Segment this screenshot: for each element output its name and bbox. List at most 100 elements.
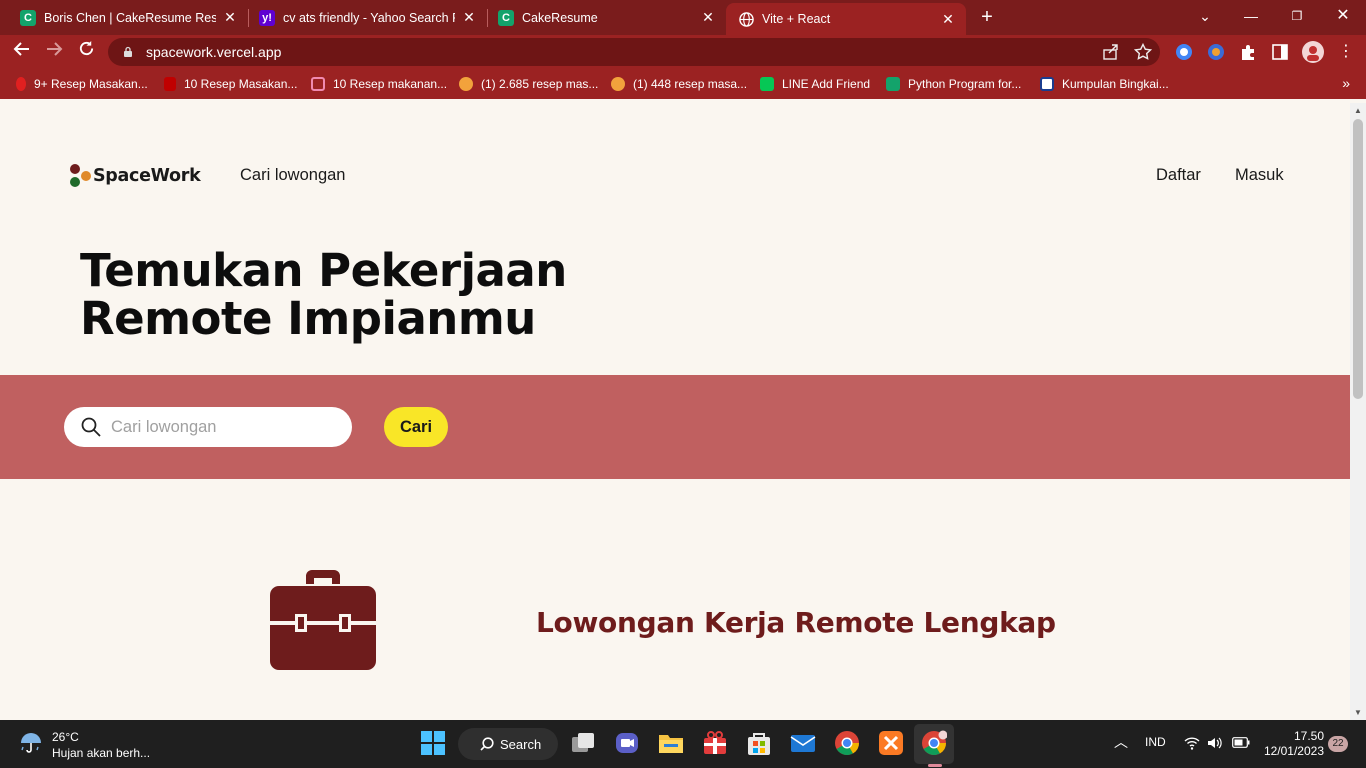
bookmarks-bar: 9+ Resep Masakan... 10 Resep Masakan... … <box>0 69 1366 99</box>
share-icon[interactable] <box>1102 43 1120 61</box>
clock-date: 12/01/2023 <box>1263 744 1324 758</box>
weather-widget[interactable]: 26°C Hujan akan berh... <box>18 729 150 761</box>
line-icon <box>760 77 774 91</box>
close-tab-icon[interactable]: ✕ <box>700 9 716 26</box>
bookmark-favicon-icon <box>311 77 325 91</box>
taskbar-search-label: Search <box>500 736 542 752</box>
bookmark-favicon-icon <box>164 77 176 91</box>
address-bar[interactable]: spacework.vercel.app <box>108 38 1160 66</box>
bookmark-label: (1) 2.685 resep mas... <box>481 77 599 91</box>
extension-badge-icon[interactable] <box>1207 43 1225 61</box>
close-tab-icon[interactable]: ✕ <box>940 11 956 28</box>
weather-temperature: 26°C <box>52 730 79 744</box>
bookmark-item[interactable]: (1) 448 resep masa... <box>611 76 747 92</box>
hero-title-line: Temukan Pekerjaan <box>80 244 567 297</box>
tab-search-icon[interactable]: ⌄ <box>1190 4 1220 28</box>
search-button[interactable]: Cari <box>384 407 448 447</box>
wifi-icon[interactable] <box>1184 736 1200 750</box>
chrome-profile-icon[interactable] <box>921 730 947 756</box>
bookmark-favicon-icon <box>1040 77 1054 91</box>
side-panel-icon[interactable] <box>1271 43 1289 61</box>
scroll-down-icon[interactable]: ▼ <box>1354 708 1362 717</box>
back-button[interactable] <box>10 40 34 64</box>
nav-link-register[interactable]: Daftar <box>1156 166 1201 185</box>
chrome-extension-icon[interactable] <box>1175 43 1193 61</box>
search-icon <box>480 737 494 751</box>
bookmark-favicon-icon <box>886 77 900 91</box>
tab-boris-chen[interactable]: C Boris Chen | CakeResume Resume ✕ <box>0 0 248 35</box>
bookmark-label: LINE Add Friend <box>782 77 871 91</box>
chrome-menu-icon[interactable]: ⋮ <box>1334 40 1358 64</box>
scroll-up-icon[interactable]: ▲ <box>1354 106 1362 115</box>
windows-start-icon[interactable] <box>420 730 446 756</box>
bookmark-favicon-icon <box>16 77 26 91</box>
scrollbar-thumb[interactable] <box>1353 119 1363 399</box>
browser-tab-strip: C Boris Chen | CakeResume Resume ✕ y! cv… <box>0 0 1366 35</box>
restore-button[interactable]: ❐ <box>1282 4 1312 28</box>
system-clock[interactable]: 17.50 12/01/2023 <box>1262 729 1324 759</box>
spacework-logo[interactable]: SpaceWork <box>70 163 201 189</box>
bookmark-item[interactable]: 10 Resep Masakan... <box>164 76 297 92</box>
clock-time: 17.50 <box>1293 729 1324 743</box>
bookmark-label: Python Program for... <box>908 77 1022 91</box>
gift-app-icon[interactable] <box>702 730 728 756</box>
bookmark-item[interactable]: Python Program for... <box>886 76 1021 92</box>
arrow-left-icon <box>13 42 29 56</box>
xampp-icon[interactable] <box>878 730 904 756</box>
task-view-icon[interactable] <box>570 730 596 756</box>
tab-yahoo-search[interactable]: y! cv ats friendly - Yahoo Search Re ✕ <box>239 0 487 35</box>
tab-vite-react[interactable]: Vite + React ✕ <box>726 3 966 35</box>
hero-title-line: Remote Impianmu <box>80 292 536 345</box>
windows-taskbar: 26°C Hujan akan berh... Search ︿ IND 17.… <box>0 720 1366 768</box>
search-input[interactable] <box>111 417 331 437</box>
bookmark-item[interactable]: (1) 2.685 resep mas... <box>459 76 598 92</box>
feature-title: Lowongan Kerja Remote Lengkap <box>536 606 1056 639</box>
battery-icon[interactable] <box>1232 737 1250 748</box>
umbrella-rain-icon <box>21 733 41 753</box>
bookmark-label: (1) 448 resep masa... <box>633 77 748 91</box>
bookmark-label: 10 Resep makanan... <box>333 77 448 91</box>
new-tab-button[interactable]: + <box>976 6 998 28</box>
volume-icon[interactable] <box>1207 736 1223 750</box>
bookmark-label: 10 Resep Masakan... <box>184 77 298 91</box>
close-tab-icon[interactable]: ✕ <box>222 9 238 26</box>
cookpad-icon <box>459 77 473 91</box>
bookmark-item[interactable]: Kumpulan Bingkai... <box>1040 76 1169 92</box>
nav-link-search-jobs[interactable]: Cari lowongan <box>240 166 345 185</box>
reload-button[interactable] <box>74 40 98 64</box>
bookmark-label: 9+ Resep Masakan... <box>34 77 148 91</box>
microsoft-store-icon[interactable] <box>746 730 772 756</box>
bookmark-item[interactable]: LINE Add Friend <box>760 76 870 92</box>
bookmarks-overflow-icon[interactable]: » <box>1342 75 1350 91</box>
bookmark-label: Kumpulan Bingkai... <box>1062 77 1169 91</box>
teams-chat-icon[interactable] <box>614 730 640 756</box>
close-tab-icon[interactable]: ✕ <box>461 9 477 26</box>
chrome-icon[interactable] <box>834 730 860 756</box>
brand-name: SpaceWork <box>93 166 201 186</box>
star-icon[interactable] <box>1134 43 1152 61</box>
close-window-button[interactable]: ✕ <box>1328 4 1358 28</box>
tab-cakeresume[interactable]: C CakeResume ✕ <box>478 0 726 35</box>
url-text: spacework.vercel.app <box>146 44 282 60</box>
puzzle-icon[interactable] <box>1239 43 1257 61</box>
mail-icon[interactable] <box>790 730 816 756</box>
nav-link-login[interactable]: Masuk <box>1235 166 1284 185</box>
bookmark-item[interactable]: 10 Resep makanan... <box>311 76 447 92</box>
tab-title: Boris Chen | CakeResume Resume <box>44 10 216 25</box>
page-viewport: SpaceWork Cari lowongan Daftar Masuk Tem… <box>0 103 1350 720</box>
tab-title: Vite + React <box>762 12 831 26</box>
minimize-button[interactable]: — <box>1236 4 1266 28</box>
input-language[interactable]: IND <box>1145 735 1166 749</box>
tab-title: cv ats friendly - Yahoo Search Re <box>283 10 455 25</box>
taskbar-search-button[interactable]: Search <box>458 728 558 760</box>
profile-avatar[interactable] <box>1302 41 1324 63</box>
file-explorer-icon[interactable] <box>658 730 684 756</box>
page-scrollbar[interactable]: ▲ ▼ <box>1350 103 1366 720</box>
forward-button[interactable] <box>42 40 66 64</box>
notification-badge[interactable]: 22 <box>1328 736 1348 752</box>
bookmark-item[interactable]: 9+ Resep Masakan... <box>16 76 148 92</box>
tray-overflow-icon[interactable]: ︿ <box>1114 732 1128 752</box>
lock-icon <box>124 46 132 57</box>
weather-description: Hujan akan berh... <box>52 746 151 760</box>
hero-title: Temukan Pekerjaan Remote Impianmu <box>80 247 567 343</box>
